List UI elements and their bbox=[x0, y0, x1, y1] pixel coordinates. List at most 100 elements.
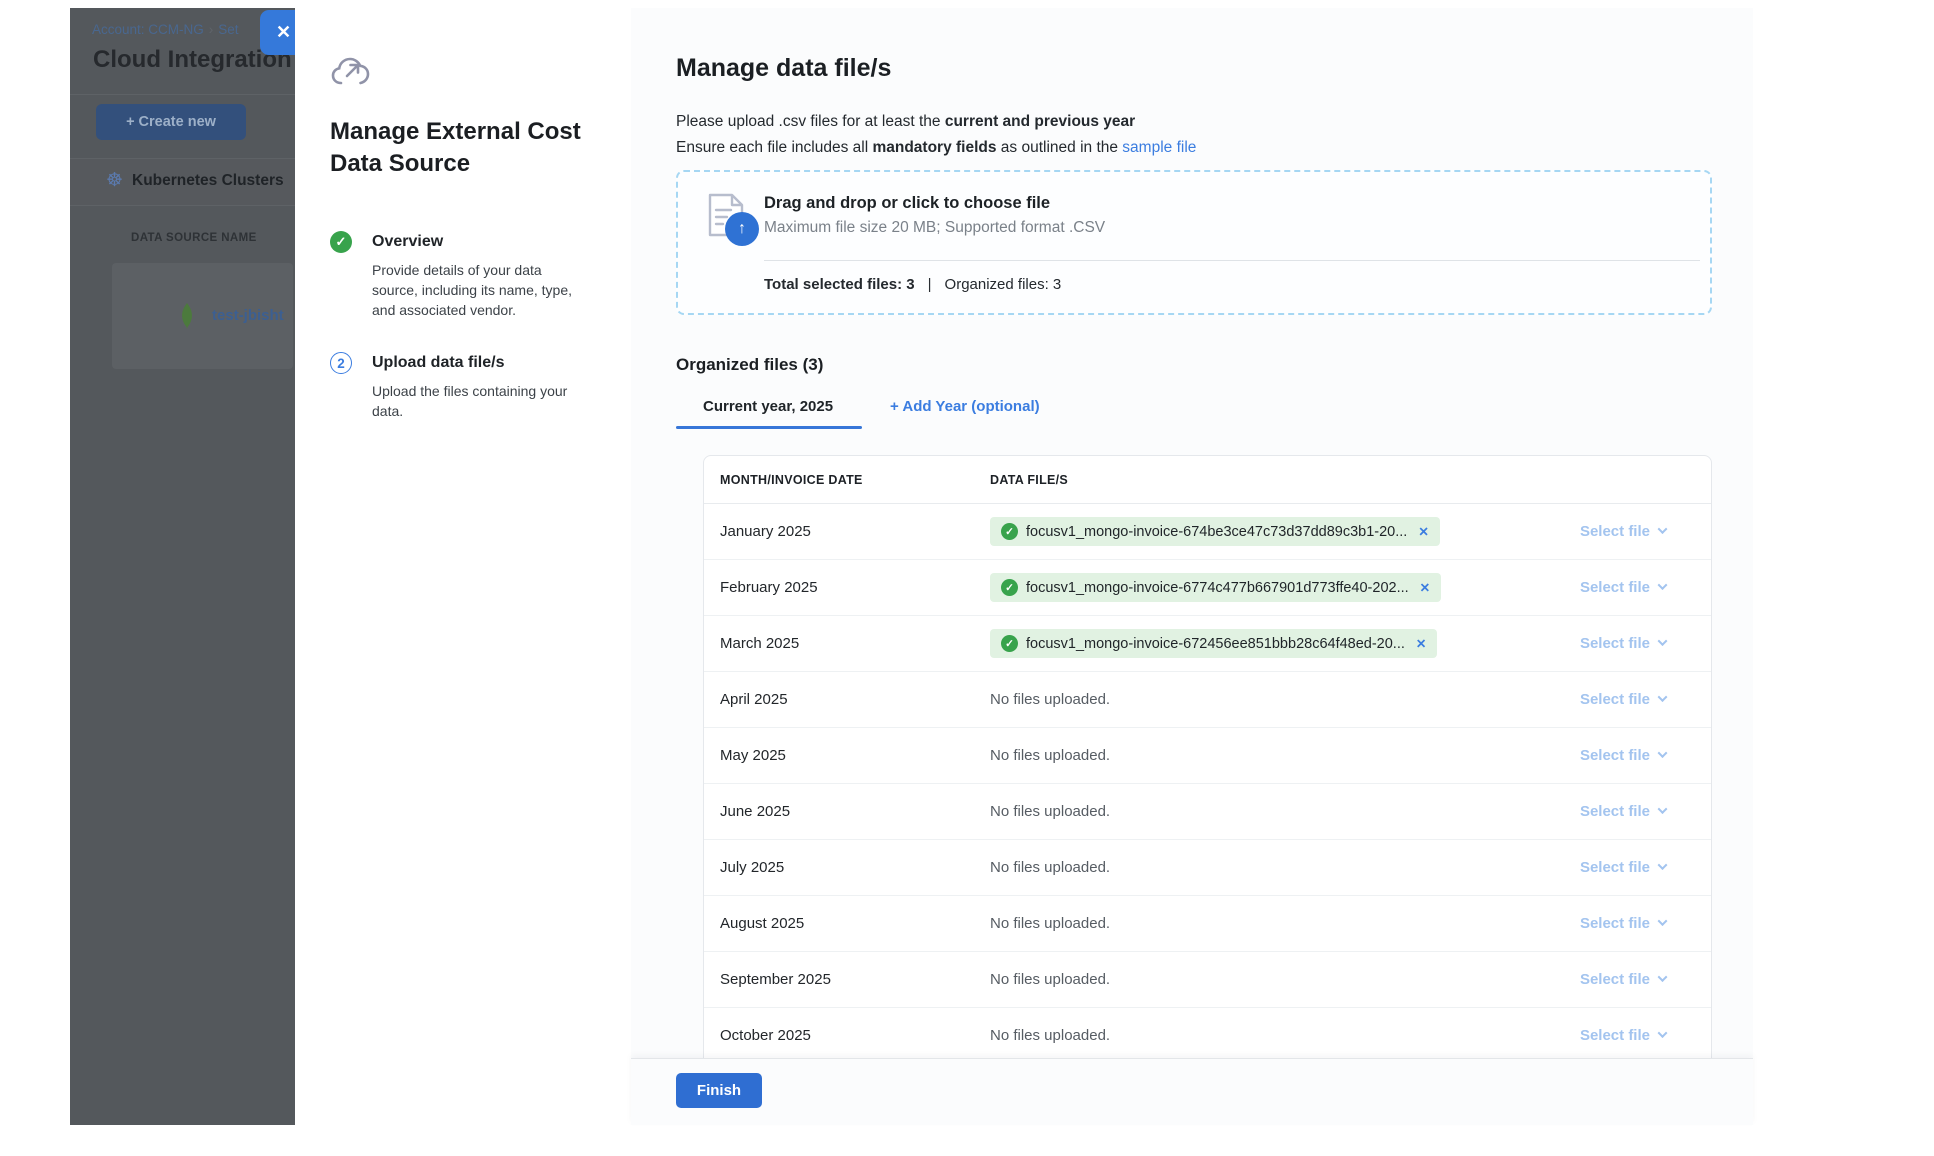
table-header-row: MONTH/INVOICE DATE DATA FILE/S bbox=[704, 456, 1711, 504]
instruction-line-1: Please upload .csv files for at least th… bbox=[676, 109, 1196, 135]
data-file-cell: ✓focusv1_mongo-invoice-672456ee851bbb28c… bbox=[990, 629, 1711, 658]
data-source-row[interactable]: test-jbisht bbox=[112, 263, 293, 369]
divider bbox=[70, 205, 295, 206]
select-file-label: Select file bbox=[1580, 803, 1650, 820]
table-row: February 2025 ✓ focusv1_mongo-invoice-6774… bbox=[704, 560, 1711, 616]
active-tab-underline bbox=[676, 426, 862, 429]
month-label: April 2025 bbox=[704, 691, 990, 708]
breadcrumb: Account: CCM-NG › Set bbox=[92, 22, 239, 37]
table-row: May 2025No files uploaded.Select file bbox=[704, 728, 1711, 784]
table-row: June 2025No files uploaded.Select file bbox=[704, 784, 1711, 840]
select-file-label: Select file bbox=[1580, 635, 1650, 652]
no-files-text: No files uploaded. bbox=[990, 915, 1110, 932]
wizard-panel: Manage External Cost Data Source ✓ Overv… bbox=[295, 8, 631, 1125]
select-file-dropdown[interactable]: Select file bbox=[1580, 1027, 1711, 1044]
count-separator: | bbox=[928, 276, 932, 293]
remove-file-icon[interactable]: ✕ bbox=[1418, 524, 1428, 539]
no-files-text: No files uploaded. bbox=[990, 691, 1110, 708]
dropzone-subtitle: Maximum file size 20 MB; Supported forma… bbox=[764, 219, 1105, 237]
remove-file-icon[interactable]: ✕ bbox=[1420, 580, 1430, 595]
data-file-cell: No files uploaded.Select file bbox=[990, 1027, 1711, 1044]
file-dropzone[interactable]: ↑ Drag and drop or click to choose file … bbox=[676, 170, 1712, 315]
data-file-cell: No files uploaded.Select file bbox=[990, 747, 1711, 764]
wizard-step-overview[interactable]: ✓ Overview Provide details of your data … bbox=[330, 230, 610, 320]
modal-footer: Finish bbox=[631, 1058, 1753, 1125]
data-file-cell: No files uploaded. Select file bbox=[990, 691, 1711, 708]
month-label: September 2025 bbox=[704, 971, 990, 988]
step-complete-check-icon: ✓ bbox=[330, 231, 352, 253]
step-description: Provide details of your data source, inc… bbox=[372, 260, 584, 320]
select-file-label: Select file bbox=[1580, 1027, 1650, 1044]
dialog-title: Manage data file/s bbox=[676, 54, 891, 83]
table-row: August 2025No files uploaded.Select file bbox=[704, 896, 1711, 952]
finish-button[interactable]: Finish bbox=[676, 1073, 762, 1108]
data-source-link[interactable]: test-jbisht bbox=[212, 307, 284, 324]
total-selected-value: 3 bbox=[906, 276, 914, 293]
file-check-icon: ✓ bbox=[1001, 579, 1018, 596]
select-file-dropdown[interactable]: Select file bbox=[1580, 859, 1711, 876]
select-file-dropdown[interactable]: Select file bbox=[1580, 691, 1711, 708]
chevron-down-icon bbox=[1658, 636, 1668, 646]
month-label: March 2025 bbox=[704, 635, 990, 652]
select-file-dropdown[interactable]: Select file bbox=[1580, 635, 1711, 652]
data-file-cell: ✓ focusv1_mongo-invoice-6774c477b667901d7… bbox=[990, 573, 1711, 602]
no-files-text: No files uploaded. bbox=[990, 859, 1110, 876]
select-file-dropdown[interactable]: Select file bbox=[1580, 803, 1711, 820]
file-name: focusv1_mongo-invoice-6774c477b667901d77… bbox=[1026, 580, 1409, 596]
step-number-badge: 2 bbox=[330, 352, 352, 374]
chevron-down-icon bbox=[1658, 916, 1668, 926]
chevron-down-icon bbox=[1658, 524, 1668, 534]
chevron-down-icon bbox=[1658, 1028, 1668, 1038]
month-label: May 2025 bbox=[704, 747, 990, 764]
select-file-dropdown[interactable]: Select file bbox=[1580, 579, 1711, 596]
data-file-cell: No files uploaded. Select file bbox=[990, 915, 1711, 932]
select-file-dropdown[interactable]: Select file bbox=[1580, 971, 1711, 988]
divider bbox=[70, 94, 295, 95]
upload-instructions: Please upload .csv files for at least th… bbox=[676, 109, 1196, 161]
chevron-down-icon bbox=[1658, 748, 1668, 758]
modal-main-content: Manage data file/s Please upload .csv fi… bbox=[631, 8, 1753, 1125]
chevron-down-icon bbox=[1658, 580, 1668, 590]
chevron-down-icon bbox=[1658, 972, 1668, 982]
dimmed-background-page: Account: CCM-NG›Set Cloud Integration + … bbox=[70, 8, 295, 1125]
upload-arrow-icon: ↑ bbox=[725, 212, 759, 246]
file-name: focusv1_mongo-invoice-674be3ce47c73d37dd… bbox=[1026, 524, 1407, 540]
month-label: February 2025 bbox=[704, 579, 990, 596]
select-file-dropdown[interactable]: Select file bbox=[1580, 523, 1711, 540]
close-icon: ✕ bbox=[276, 22, 291, 43]
column-header-month: MONTH/INVOICE DATE bbox=[704, 473, 990, 487]
select-file-label: Select file bbox=[1580, 579, 1650, 596]
tab-kubernetes-clusters[interactable]: ☸ Kubernetes Clusters bbox=[70, 159, 295, 205]
add-year-button[interactable]: + Add Year (optional) bbox=[890, 398, 1040, 415]
select-file-label: Select file bbox=[1580, 859, 1650, 876]
month-label: January 2025 bbox=[704, 523, 990, 540]
breadcrumb-account-link[interactable]: Account: CCM-NG bbox=[92, 22, 204, 37]
create-new-button[interactable]: + Create new bbox=[96, 104, 246, 140]
sample-file-link[interactable]: sample file bbox=[1122, 139, 1196, 156]
instruction-line-2: Ensure each file includes all mandatory … bbox=[676, 135, 1196, 161]
chevron-down-icon bbox=[1658, 804, 1668, 814]
breadcrumb-section-link[interactable]: Set bbox=[218, 22, 238, 37]
upload-file-icon: ↑ bbox=[707, 192, 765, 250]
table-row: July 2025No files uploaded.Select file bbox=[704, 840, 1711, 896]
tab-current-year[interactable]: Current year, 2025 bbox=[703, 398, 833, 415]
no-files-text: No files uploaded. bbox=[990, 971, 1110, 988]
tab-label: Kubernetes Clusters bbox=[132, 172, 284, 190]
data-file-cell: No files uploaded. Select file bbox=[990, 859, 1711, 876]
column-header-data-file: DATA FILE/S bbox=[990, 473, 1068, 487]
select-file-dropdown[interactable]: Select file bbox=[1580, 915, 1711, 932]
select-file-label: Select file bbox=[1580, 971, 1650, 988]
uploaded-file-chip: ✓ focusv1_mongo-invoice-674be3ce47c73d37d… bbox=[990, 517, 1440, 546]
month-label: June 2025 bbox=[704, 803, 990, 820]
data-file-cell: No files uploaded.Select file bbox=[990, 803, 1711, 820]
remove-file-icon[interactable]: ✕ bbox=[1416, 636, 1426, 651]
monthly-files-table: MONTH/INVOICE DATE DATA FILE/S January 2… bbox=[703, 455, 1712, 1066]
select-file-dropdown[interactable]: Select file bbox=[1580, 747, 1711, 764]
organized-files-heading: Organized files (3) bbox=[676, 355, 823, 375]
wizard-step-upload[interactable]: 2 Upload data file/s Upload the files co… bbox=[330, 351, 610, 421]
select-file-label: Select file bbox=[1580, 915, 1650, 932]
screen: Account: CCM-NG›Set Cloud Integration + … bbox=[0, 0, 1934, 1156]
organized-files-value: 3 bbox=[1053, 276, 1061, 293]
file-check-icon: ✓ bbox=[1001, 523, 1018, 540]
breadcrumb-separator: › bbox=[209, 22, 214, 37]
